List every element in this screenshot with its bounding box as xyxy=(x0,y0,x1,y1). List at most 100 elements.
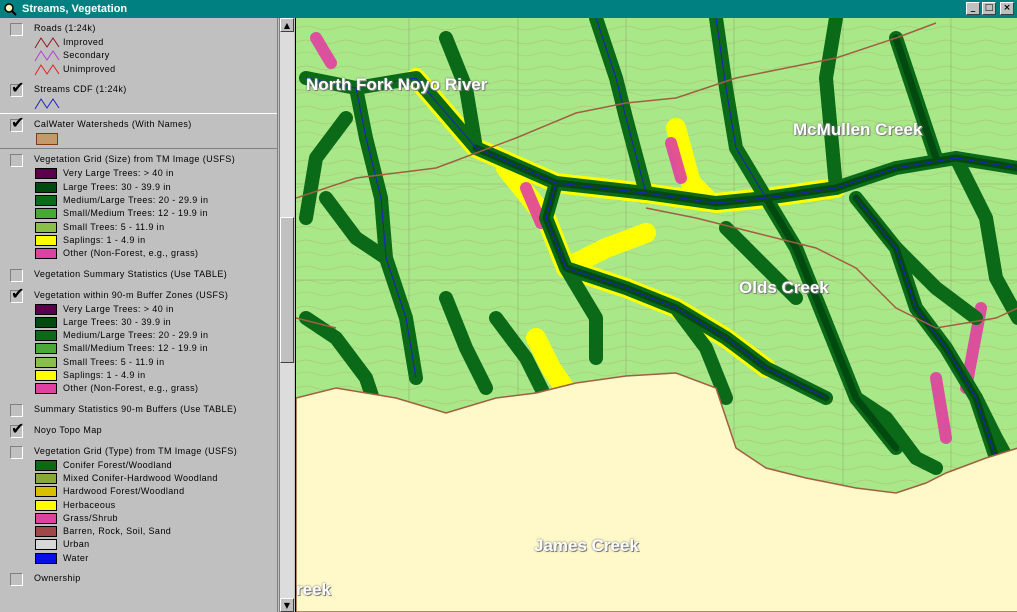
color-swatch xyxy=(35,356,57,368)
theme-veg-buffer-checkbox[interactable]: ✔ xyxy=(10,285,24,303)
color-swatch xyxy=(35,181,57,193)
color-swatch xyxy=(35,370,57,382)
legend-scrollbar[interactable]: ▲ ▼ xyxy=(279,18,294,612)
scroll-down-arrow-icon[interactable]: ▼ xyxy=(280,598,294,612)
theme-watersheds-name: CalWater Watersheds (With Names) xyxy=(34,119,192,130)
color-swatch xyxy=(35,459,57,471)
theme-veg-type[interactable]: Vegetation Grid (Type) from TM Image (US… xyxy=(0,441,277,568)
minimize-button[interactable]: _ xyxy=(966,2,980,15)
map-label-james-creek: James Creek xyxy=(534,536,639,555)
check-mark-icon: ✔ xyxy=(11,418,25,438)
theme-topo-checkbox[interactable]: ✔ xyxy=(10,420,24,438)
legend-label: Other (Non-Forest, e.g., grass) xyxy=(63,383,199,394)
theme-buffer-summary-checkbox[interactable] xyxy=(10,403,23,417)
close-button[interactable]: × xyxy=(1000,2,1014,15)
legend-entry: Small Trees: 5 - 11.9 in xyxy=(0,221,277,234)
color-swatch xyxy=(35,330,57,342)
legend-label: Urban xyxy=(63,539,90,550)
theme-ownership[interactable]: Ownership xyxy=(0,568,277,589)
theme-veg-size-checkbox[interactable] xyxy=(10,154,23,168)
legend-label: Water xyxy=(63,552,89,563)
color-swatch xyxy=(35,343,57,355)
legend-entry: Other (Non-Forest, e.g., grass) xyxy=(0,382,277,395)
theme-buffer-summary[interactable]: Summary Statistics 90-m Buffers (Use TAB… xyxy=(0,399,277,420)
legend-entry: Saplings: 1 - 4.9 in xyxy=(0,369,277,382)
theme-roads[interactable]: Roads (1:24k) Improved Secondary Unimpro… xyxy=(0,18,277,79)
theme-veg-summary-name: Vegetation Summary Statistics (Use TABLE… xyxy=(34,268,228,279)
check-mark-icon: ✔ xyxy=(11,113,25,133)
map-label-partial-creek: reek xyxy=(296,580,331,599)
magnifier-icon xyxy=(2,1,18,17)
legend-entry: Herbaceous xyxy=(0,499,277,512)
window-title: Streams, Vegetation xyxy=(22,3,128,15)
map-view[interactable]: North Fork Noyo River McMullen Creek Old… xyxy=(295,18,1017,612)
map-label-mcmullen-creek: McMullen Creek xyxy=(793,120,923,139)
legend-entry: Conifer Forest/Woodland xyxy=(0,459,277,472)
theme-streams-name: Streams CDF (1:24k) xyxy=(34,83,127,94)
color-swatch xyxy=(35,208,57,220)
legend-label: Small/Medium Trees: 12 - 19.9 in xyxy=(63,208,208,219)
road-secondary-symbol xyxy=(34,50,60,62)
legend-entry xyxy=(0,132,277,146)
legend-entry: Urban xyxy=(0,538,277,551)
theme-ownership-name: Ownership xyxy=(34,573,81,584)
theme-veg-summary-checkbox[interactable] xyxy=(10,268,23,282)
theme-veg-buffer-name: Vegetation within 90-m Buffer Zones (USF… xyxy=(34,289,229,300)
check-mark-icon: ✔ xyxy=(11,77,25,97)
scroll-up-arrow-icon[interactable]: ▲ xyxy=(280,18,294,32)
legend-entry: Medium/Large Trees: 20 - 29.9 in xyxy=(0,194,277,207)
legend-label: Other (Non-Forest, e.g., grass) xyxy=(63,248,199,259)
map-label-olds-creek: Olds Creek xyxy=(739,278,829,297)
theme-buffer-summary-name: Summary Statistics 90-m Buffers (Use TAB… xyxy=(34,403,237,414)
maximize-button[interactable]: □ xyxy=(982,2,996,15)
theme-veg-summary[interactable]: Vegetation Summary Statistics (Use TABLE… xyxy=(0,264,277,285)
theme-streams-checkbox[interactable]: ✔ xyxy=(10,79,24,97)
scroll-thumb[interactable] xyxy=(280,217,294,363)
legend-panel: Roads (1:24k) Improved Secondary Unimpro… xyxy=(0,18,278,612)
theme-roads-checkbox[interactable] xyxy=(10,23,23,36)
theme-veg-buffer[interactable]: ✔ Vegetation within 90-m Buffer Zones (U… xyxy=(0,285,277,399)
color-swatch xyxy=(35,499,57,511)
color-swatch xyxy=(35,168,57,180)
color-swatch xyxy=(35,303,57,315)
theme-streams[interactable]: ✔ Streams CDF (1:24k) xyxy=(0,79,277,113)
color-swatch xyxy=(35,316,57,328)
legend-entry: Improved xyxy=(0,36,277,49)
legend-label: Herbaceous xyxy=(63,499,116,510)
legend-entry: Secondary xyxy=(0,49,277,62)
road-unimproved-symbol xyxy=(34,63,60,75)
legend-entry: Large Trees: 30 - 39.9 in xyxy=(0,316,277,329)
road-improved-symbol xyxy=(34,37,60,49)
legend-label: Secondary xyxy=(63,50,110,61)
theme-watersheds-checkbox[interactable]: ✔ xyxy=(10,115,24,133)
legend-label: Mixed Conifer-Hardwood Woodland xyxy=(63,472,218,483)
watershed-polygon-symbol xyxy=(36,133,58,146)
theme-topo-name: Noyo Topo Map xyxy=(34,424,103,435)
window-title-bar[interactable]: Streams, Vegetation _ □ × xyxy=(0,0,1017,18)
theme-ownership-checkbox[interactable] xyxy=(10,573,23,587)
color-swatch xyxy=(35,512,57,524)
color-swatch xyxy=(35,552,57,564)
color-swatch xyxy=(35,539,57,551)
stream-line-symbol xyxy=(34,97,60,110)
legend-label: Saplings: 1 - 4.9 in xyxy=(63,234,146,245)
legend-entry: Small/Medium Trees: 12 - 19.9 in xyxy=(0,342,277,355)
legend-entry: Very Large Trees: > 40 in xyxy=(0,167,277,180)
legend-label: Saplings: 1 - 4.9 in xyxy=(63,370,146,381)
color-swatch xyxy=(35,221,57,233)
map-label-north-fork-noyo-river: North Fork Noyo River xyxy=(306,75,488,94)
legend-entry: Water xyxy=(0,552,277,565)
theme-watersheds[interactable]: ✔ CalWater Watersheds (With Names) xyxy=(0,113,277,150)
theme-topo[interactable]: ✔ Noyo Topo Map xyxy=(0,420,277,441)
legend-label: Small/Medium Trees: 12 - 19.9 in xyxy=(63,343,208,354)
theme-veg-size[interactable]: Vegetation Grid (Size) from TM Image (US… xyxy=(0,149,277,263)
legend-label: Barren, Rock, Soil, Sand xyxy=(63,526,172,537)
check-mark-icon: ✔ xyxy=(11,283,25,303)
map-canvas xyxy=(296,18,1017,612)
legend-entry xyxy=(0,97,277,110)
legend-label: Small Trees: 5 - 11.9 in xyxy=(63,356,165,367)
theme-veg-type-checkbox[interactable] xyxy=(10,445,23,459)
legend-label: Improved xyxy=(63,37,104,47)
legend-entry: Medium/Large Trees: 20 - 29.9 in xyxy=(0,329,277,342)
color-swatch xyxy=(35,234,57,246)
